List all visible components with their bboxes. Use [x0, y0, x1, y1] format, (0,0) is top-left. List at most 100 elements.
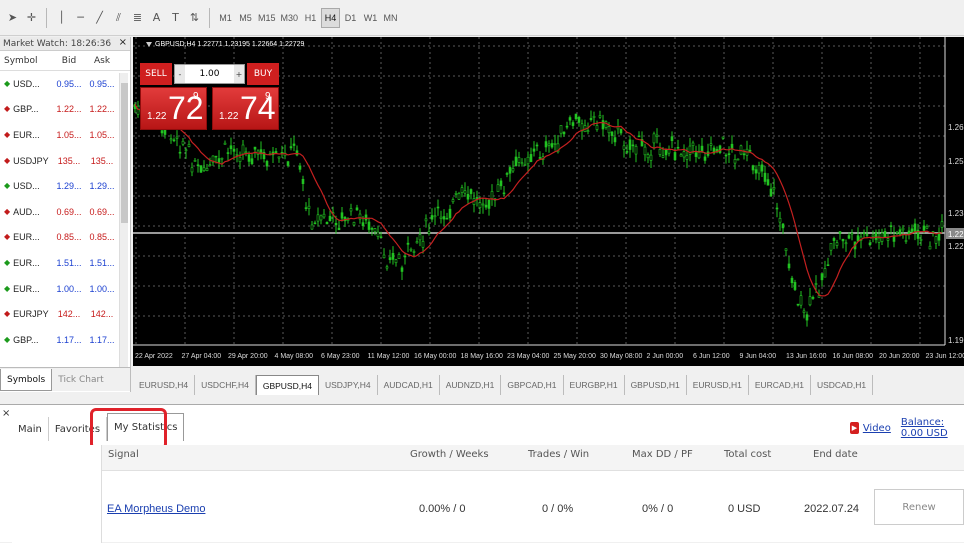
symbol-cell[interactable]: ◆USD...	[0, 181, 52, 191]
text-label-icon[interactable]: T	[167, 8, 184, 28]
symbol-cell[interactable]: ◆EUR...	[0, 284, 52, 294]
symbol-cell[interactable]: ◆USDJPY	[0, 156, 52, 166]
close-icon[interactable]: ×	[2, 408, 10, 419]
text-icon[interactable]: A	[148, 8, 165, 28]
symbol-name[interactable]: EURJPY	[13, 309, 49, 319]
market-watch-row[interactable]: ◆USDJPY135...135...	[0, 148, 130, 174]
dropdown-triangle-icon[interactable]	[146, 42, 152, 47]
chart-tab[interactable]: USDJPY,H4	[319, 375, 378, 395]
tab-tick-chart[interactable]: Tick Chart	[52, 369, 109, 391]
symbol-cell[interactable]: ◆EURJPY	[0, 309, 52, 319]
video-label[interactable]: Video	[863, 423, 891, 434]
symbol-cell[interactable]: ◆EUR...	[0, 232, 52, 242]
chart-tab[interactable]: AUDCAD,H1	[378, 375, 440, 395]
market-watch-row[interactable]: ◆GBP...1.17...1.17...	[0, 327, 130, 353]
column-bid[interactable]: Bid	[52, 56, 86, 66]
chart-tab[interactable]: GBPUSD,H4	[256, 375, 319, 395]
ask-cell[interactable]: 1.22...	[86, 104, 118, 114]
symbol-name[interactable]: GBP...	[13, 335, 38, 345]
market-watch-row[interactable]: ◆USD...0.95...0.95...	[0, 71, 130, 97]
video-link[interactable]: ▶ Video Balance: 0.00 USD	[850, 417, 964, 439]
market-watch-row[interactable]: ◆EUR...0.85...0.85...	[0, 225, 130, 251]
ask-cell[interactable]: 142...	[86, 309, 118, 319]
symbol-cell[interactable]: ◆AUD...	[0, 207, 52, 217]
bid-cell[interactable]: 1.05...	[52, 130, 86, 140]
ask-cell[interactable]: 0.95...	[86, 79, 118, 89]
lot-value[interactable]: 1.00	[185, 69, 234, 79]
timeframe-mn[interactable]: MN	[381, 8, 400, 28]
chart-tab[interactable]: GBPUSD,H1	[625, 375, 687, 395]
chart-tab[interactable]: EURGBP,H1	[564, 375, 625, 395]
header-maxdd[interactable]: Max DD / PF	[632, 449, 693, 460]
symbol-name[interactable]: AUD...	[13, 207, 40, 217]
timeframe-m5[interactable]: M5	[236, 8, 255, 28]
market-watch-row[interactable]: ◆USD...1.29...1.29...	[0, 173, 130, 199]
bid-cell[interactable]: 1.22...	[52, 104, 86, 114]
trendline-icon[interactable]: ╱	[91, 8, 108, 28]
chart-tab[interactable]: GBPCAD,H1	[501, 375, 563, 395]
buy-label-button[interactable]: BUY	[247, 63, 279, 85]
timeframe-h4[interactable]: H4	[321, 8, 340, 28]
bid-cell[interactable]: 1.29...	[52, 181, 86, 191]
column-symbol[interactable]: Symbol	[0, 56, 52, 66]
bid-cell[interactable]: 135...	[52, 156, 86, 166]
symbol-name[interactable]: GBP...	[13, 104, 38, 114]
signal-name[interactable]: EA Morpheus Demo	[107, 503, 205, 515]
column-ask[interactable]: Ask	[86, 56, 118, 66]
market-watch-row[interactable]: ◆EUR...1.51...1.51...	[0, 250, 130, 276]
price-chart[interactable]: 1.261.251.231.221.191.2222 Apr 202227 Ap…	[133, 37, 964, 366]
market-watch-row[interactable]: ◆EURJPY142...142...	[0, 301, 130, 327]
arrows-icon[interactable]: ⇅	[186, 8, 203, 28]
symbol-name[interactable]: EUR...	[13, 130, 40, 140]
channels-icon[interactable]: ⫽	[110, 8, 127, 28]
lot-increase-button[interactable]: +	[234, 65, 244, 83]
bid-cell[interactable]: 1.00...	[52, 284, 86, 294]
close-icon[interactable]: ×	[119, 37, 127, 48]
header-signal[interactable]: Signal	[108, 449, 139, 460]
header-end[interactable]: End date	[813, 449, 858, 460]
symbol-cell[interactable]: ◆EUR...	[0, 258, 52, 268]
bid-cell[interactable]: 1.51...	[52, 258, 86, 268]
renew-button[interactable]: Renew	[874, 489, 964, 525]
ask-cell[interactable]: 1.00...	[86, 284, 118, 294]
symbol-name[interactable]: USD...	[13, 79, 40, 89]
vertical-line-icon[interactable]: │	[53, 8, 70, 28]
lot-size-input[interactable]: - 1.00 +	[174, 64, 245, 84]
symbol-name[interactable]: USDJPY	[13, 156, 49, 166]
header-cost[interactable]: Total cost	[724, 449, 771, 460]
ask-cell[interactable]: 0.69...	[86, 207, 118, 217]
horizontal-line-icon[interactable]: ─	[72, 8, 89, 28]
symbol-name[interactable]: EUR...	[13, 284, 40, 294]
header-growth[interactable]: Growth / Weeks	[410, 449, 489, 460]
market-watch-row[interactable]: ◆AUD...0.69...0.69...	[0, 199, 130, 225]
bid-cell[interactable]: 0.69...	[52, 207, 86, 217]
timeframe-d1[interactable]: D1	[341, 8, 360, 28]
tab-main[interactable]: Main	[12, 417, 49, 441]
crosshair-icon[interactable]: ✛	[23, 8, 40, 28]
chart-tab[interactable]: EURUSD,H4	[133, 375, 195, 395]
bid-cell[interactable]: 1.17...	[52, 335, 86, 345]
symbol-cell[interactable]: ◆GBP...	[0, 335, 52, 345]
ask-cell[interactable]: 1.05...	[86, 130, 118, 140]
fibonacci-icon[interactable]: ≣	[129, 8, 146, 28]
chart-tab[interactable]: EURCAD,H1	[749, 375, 811, 395]
sell-label-button[interactable]: SELL	[140, 63, 172, 85]
timeframe-h1[interactable]: H1	[301, 8, 320, 28]
scrollbar-thumb[interactable]	[121, 83, 128, 223]
video-play-icon[interactable]: ▶	[850, 422, 859, 434]
market-watch-row[interactable]: ◆EUR...1.00...1.00...	[0, 276, 130, 302]
lot-decrease-button[interactable]: -	[175, 65, 185, 83]
timeframe-m1[interactable]: M1	[216, 8, 235, 28]
market-watch-row[interactable]: ◆EUR...1.05...1.05...	[0, 122, 130, 148]
sell-button[interactable]: 1.22 72 9	[140, 87, 207, 130]
bid-cell[interactable]: 0.85...	[52, 232, 86, 242]
ask-cell[interactable]: 1.17...	[86, 335, 118, 345]
cursor-icon[interactable]: ➤	[4, 8, 21, 28]
chart-tab[interactable]: USDCHF,H4	[195, 375, 256, 395]
balance-link[interactable]: Balance: 0.00 USD	[901, 417, 964, 439]
ask-cell[interactable]: 1.51...	[86, 258, 118, 268]
bid-cell[interactable]: 142...	[52, 309, 86, 319]
symbol-name[interactable]: EUR...	[13, 232, 40, 242]
market-watch-scrollbar[interactable]	[119, 73, 128, 389]
symbol-cell[interactable]: ◆GBP...	[0, 104, 52, 114]
